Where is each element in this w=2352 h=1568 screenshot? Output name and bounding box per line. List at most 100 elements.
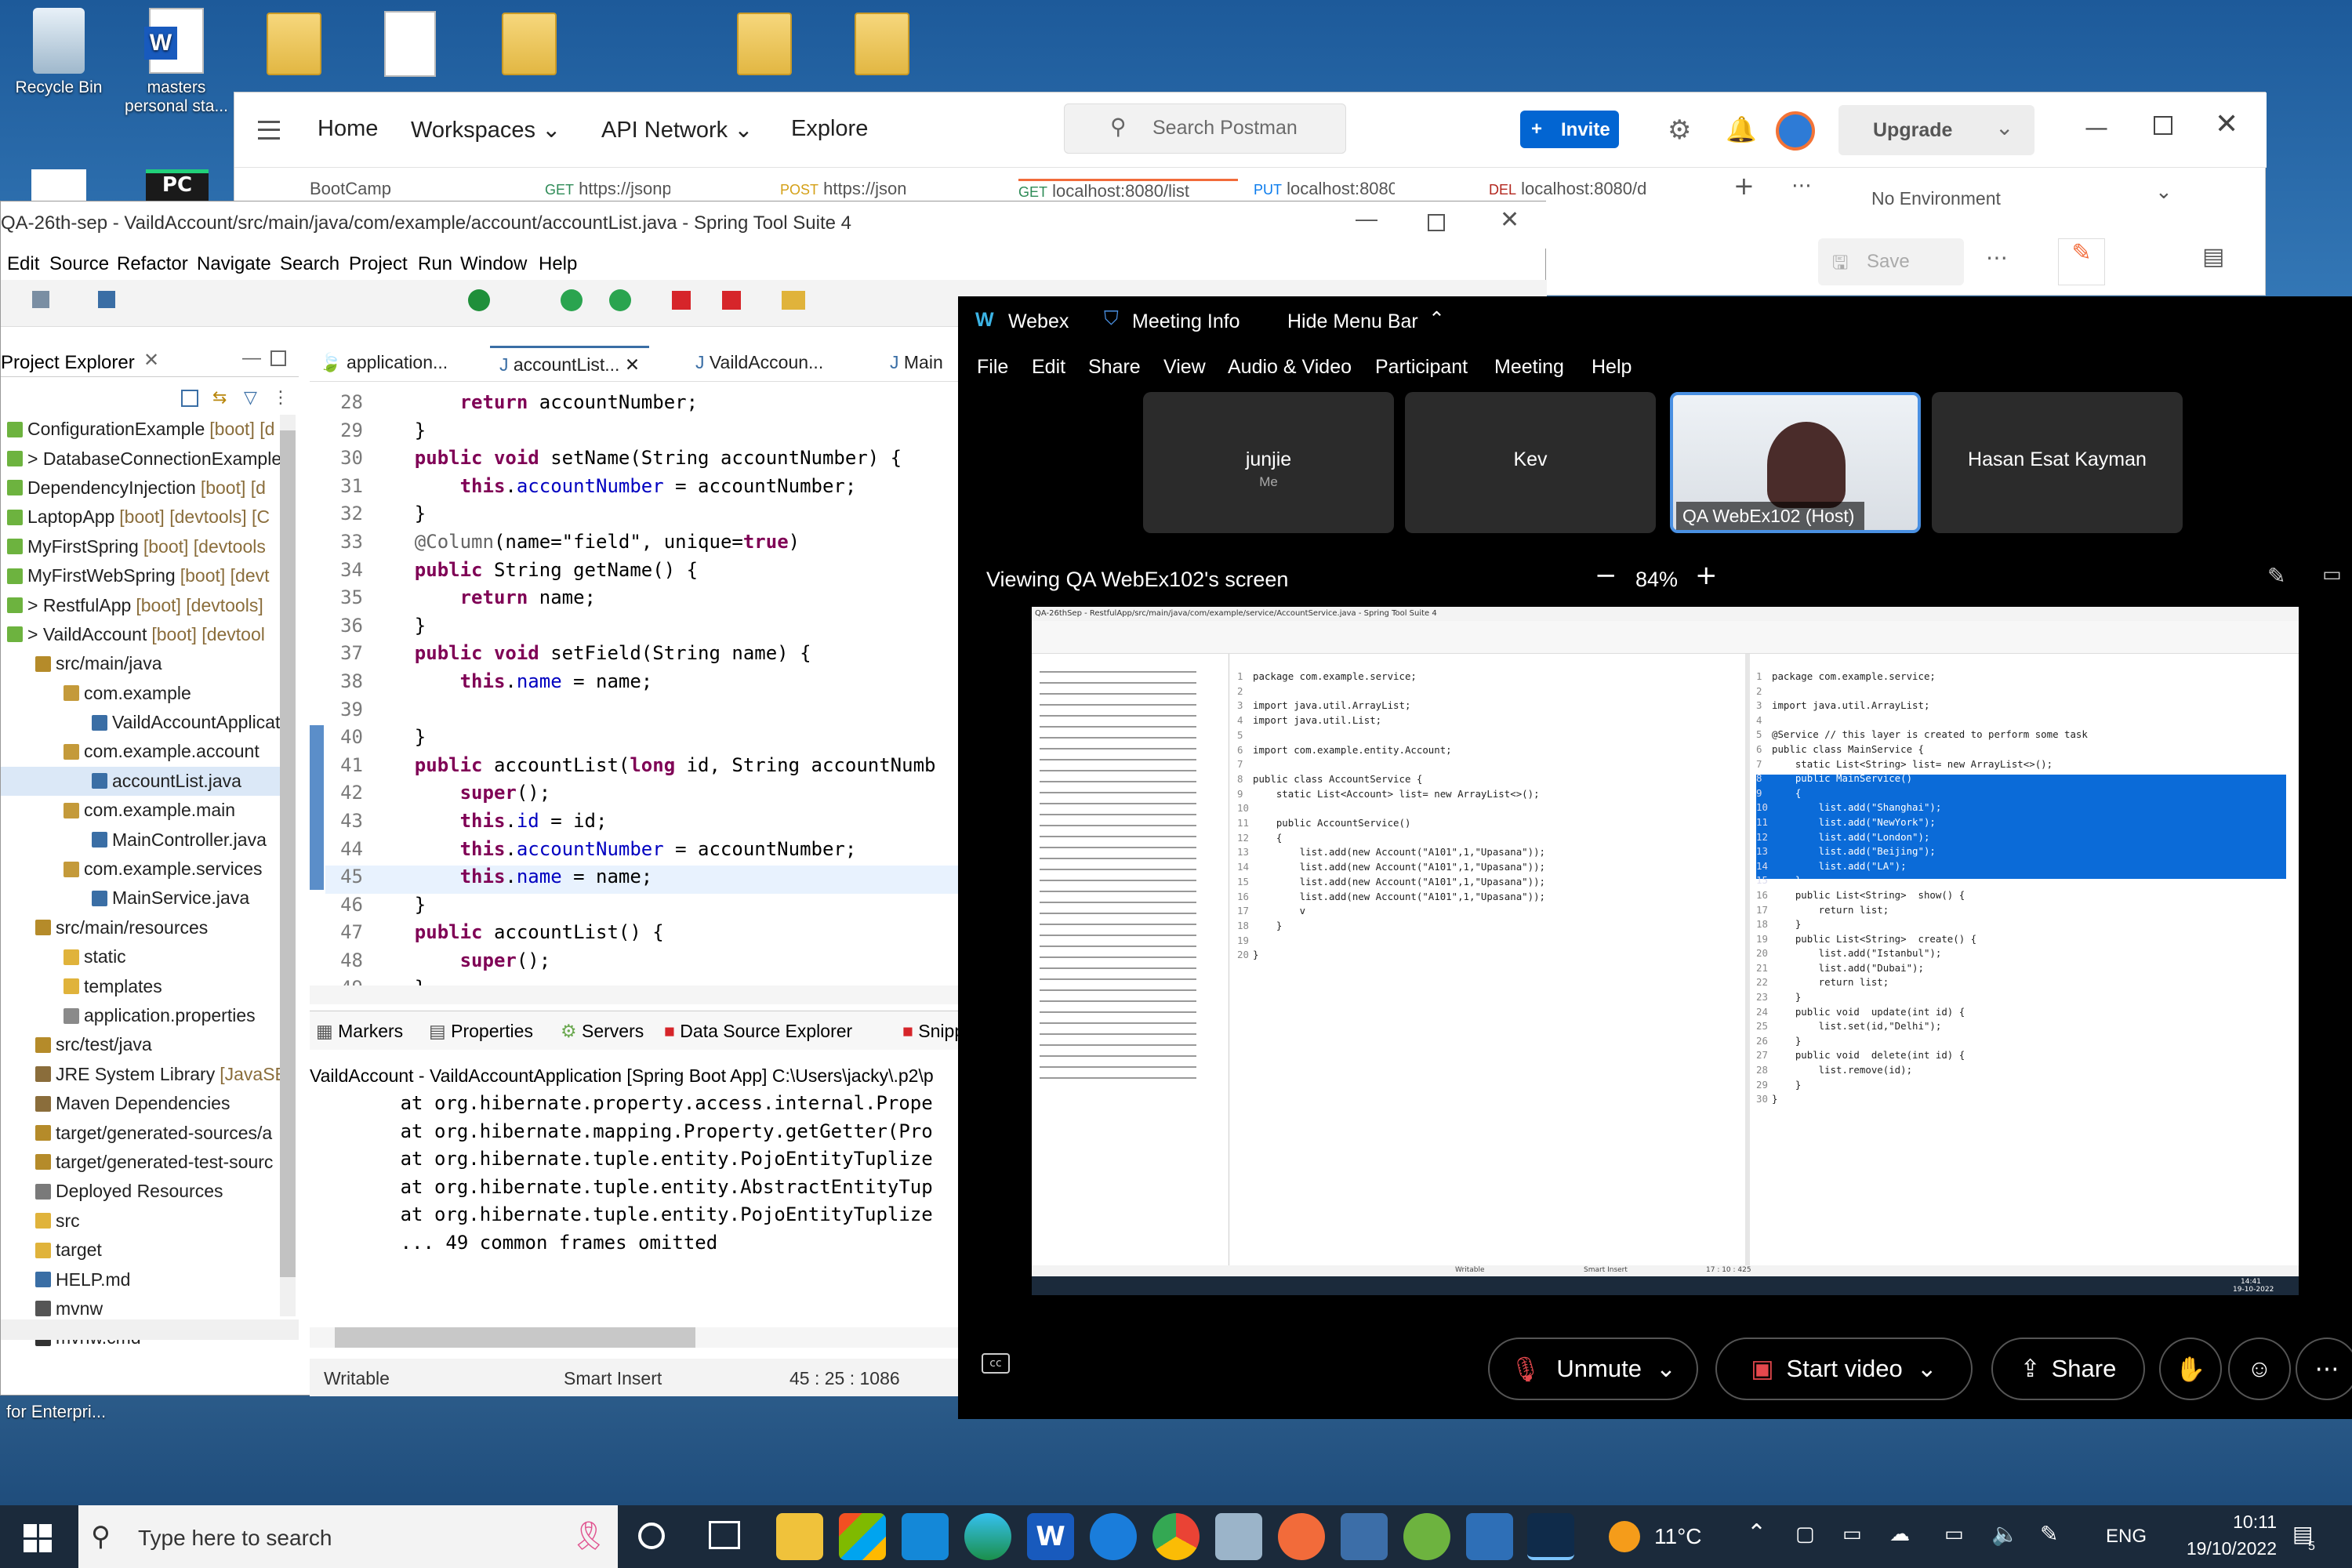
desktop-icon-recycle-bin[interactable]: Recycle Bin [0,8,118,97]
scrollbar[interactable] [280,415,296,1316]
tree-item[interactable]: target/generated-sources/a [1,1118,283,1147]
edge-icon[interactable] [964,1513,1011,1560]
folder-icon[interactable] [737,13,792,75]
menu-meeting[interactable]: Meeting [1494,356,1564,379]
print-icon[interactable] [98,291,115,308]
app-icon[interactable] [1215,1513,1262,1560]
close-icon[interactable]: ✕ [1500,206,1519,234]
app-tray-icon[interactable]: ▢ [1795,1523,1815,1546]
desktop-icon-word-doc[interactable]: W masters personal sta... [118,8,235,116]
reactions-button[interactable]: ☺ [2228,1338,2291,1400]
unmute-button[interactable]: 🎙 Unmute ⌄ [1488,1338,1698,1400]
tree-item[interactable]: Deployed Resources [1,1177,283,1206]
more-options-icon[interactable]: ⋯ [1791,174,1812,198]
participant-tile-host[interactable]: QA WebEx102 (Host) [1670,392,1921,533]
close-icon[interactable]: ✕ [143,349,159,372]
view-menu-icon[interactable]: ⋮ [272,388,289,408]
menu-edit[interactable]: Edit [7,253,39,275]
menu-view[interactable]: View [1163,356,1206,379]
app-icon[interactable] [1090,1513,1137,1560]
zoom-out-button[interactable]: − [1595,560,1617,591]
tab-accountlist-java[interactable]: J accountList... ✕ [490,346,650,380]
participant-tile[interactable]: junjie Me [1143,392,1394,533]
postman-icon[interactable] [1278,1513,1325,1560]
menu-search[interactable]: Search [280,253,339,275]
document-icon[interactable]: ▤ [2202,243,2224,270]
start-windows-icon[interactable] [24,1524,52,1552]
link-editor-icon[interactable]: ⇆ [212,388,227,408]
raise-hand-button[interactable]: ✋ [2159,1338,2222,1400]
gear-icon[interactable]: ⚙ [1668,114,1691,146]
network-icon[interactable]: ☁ [1889,1523,1910,1546]
menu-project[interactable]: Project [349,253,408,275]
tree-item[interactable]: ConfigurationExample [boot] [d [1,415,283,444]
open-folder-icon[interactable] [782,291,805,310]
tree-item[interactable]: HELP.md [1,1265,283,1294]
tree-item[interactable]: MyFirstSpring [boot] [devtools [1,532,283,561]
volume-icon[interactable]: 🔈 [1991,1521,2019,1547]
zoom-in-button[interactable]: + [1695,560,1718,591]
meeting-info-button[interactable]: Meeting Info [1132,310,1240,333]
menu-file[interactable]: File [977,356,1008,379]
spring-tool-suite-icon[interactable] [1403,1513,1450,1560]
maximize-icon[interactable] [1428,214,1445,231]
participant-tile[interactable]: Hasan Esat Kayman [1932,392,2183,533]
menu-refactor[interactable]: Refactor [117,253,188,275]
clock-date[interactable]: 19/10/2022 [2175,1538,2277,1559]
tree-item[interactable]: MyFirstWebSpring [boot] [devt [1,561,283,590]
scrollbar[interactable] [1,1319,299,1340]
folder-icon[interactable] [267,13,321,75]
upgrade-button[interactable]: Upgrade ⌄ [1838,105,2034,155]
chevron-down-icon[interactable]: ⌄ [2155,180,2172,204]
pycharm-icon[interactable]: PC [146,169,209,201]
tree-item[interactable]: com.example.services [1,855,283,884]
more-options-icon[interactable]: ⋯ [1986,245,2008,270]
weather-temp[interactable]: 11°C [1654,1524,1701,1549]
nav-workspaces[interactable]: Workspaces ⌄ [411,116,561,143]
tree-item[interactable]: src [1,1207,283,1236]
tree-item[interactable]: Maven Dependencies [1,1089,283,1118]
tree-item[interactable]: static [1,942,283,971]
tree-item[interactable]: accountList.java [1,766,283,797]
tab-main[interactable]: J Main [880,346,953,380]
word-icon[interactable]: W [1027,1513,1074,1560]
app-icon[interactable] [1341,1513,1388,1560]
app-icon[interactable] [1466,1513,1513,1560]
menu-window[interactable]: Window [460,253,527,275]
tree-item[interactable]: LaptopApp [boot] [devtools] [C [1,503,283,532]
task-view-icon[interactable] [709,1521,740,1549]
tree-item[interactable]: com.example [1,679,283,708]
tab-vaildaccount[interactable]: J VaildAccoun... [686,346,833,380]
collapse-all-icon[interactable] [181,390,198,407]
menu-navigate[interactable]: Navigate [197,253,271,275]
maximize-icon[interactable] [2154,116,2172,135]
hide-menu-bar-button[interactable]: Hide Menu Bar [1287,310,1418,333]
save-icon[interactable] [32,291,49,308]
environment-select[interactable]: No Environment [1871,188,2001,209]
folder-icon[interactable] [855,13,909,75]
folder-icon[interactable] [502,13,557,75]
store-icon[interactable] [839,1513,886,1560]
tab-application-properties[interactable]: 🍃 application... [310,346,457,380]
tree-item[interactable]: > DatabaseConnectionExample [1,444,283,473]
mail-icon[interactable] [902,1513,949,1560]
close-icon[interactable]: ✕ [2215,108,2238,140]
bell-icon[interactable]: 🔔 [1726,114,1757,144]
nav-home[interactable]: Home [318,116,378,142]
webex-icon[interactable] [1527,1513,1574,1560]
tab-data-source-explorer[interactable]: ■ Data Source Explorer [664,1021,852,1042]
minimize-icon[interactable]: — [1356,206,1377,231]
debug-icon[interactable] [609,289,631,311]
tree-item[interactable]: target/generated-test-sourc [1,1148,283,1177]
display-icon[interactable]: ▭ [1842,1523,1862,1546]
invite-button[interactable]: + Invite [1520,111,1619,148]
tree-item[interactable]: MainService.java [1,884,283,913]
nav-api-network[interactable]: API Network ⌄ [601,116,753,143]
document-icon[interactable] [31,169,86,201]
menu-share[interactable]: Share [1088,356,1141,379]
tree-item[interactable]: com.example.account [1,737,283,766]
close-icon[interactable]: ✕ [625,354,640,375]
search-input[interactable]: ⚲ Search Postman [1064,103,1346,154]
menu-help[interactable]: Help [539,253,577,275]
file-explorer-icon[interactable] [776,1513,823,1560]
